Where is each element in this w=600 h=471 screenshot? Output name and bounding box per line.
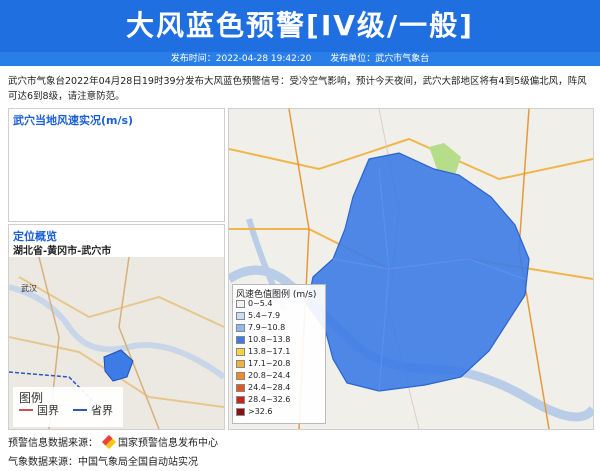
legend-label: 13.8~17.1 — [248, 347, 291, 356]
publish-time: 发布时间：2022-04-28 19:42:20 — [170, 54, 312, 64]
legend-swatch — [236, 396, 245, 404]
province-border-swatch — [73, 409, 87, 411]
legend-label: 0~5.4 — [248, 299, 273, 308]
legend-swatch — [236, 408, 245, 416]
location-path: 湖北省-黄冈市-武穴市 — [13, 246, 112, 257]
warning-source-name[interactable]: 国家预警信息发布中心 — [118, 438, 218, 449]
warning-source-label: 预警信息数据来源： — [8, 438, 98, 449]
location-panel: 定位概览 湖北省-黄冈市-武穴市 武汉 图例 国界 省界 — [8, 224, 225, 430]
warning-center-logo-icon — [101, 434, 117, 450]
weather-source-line: 气象数据来源：中国气象局全国自动站实况 — [8, 457, 198, 468]
legend-label: 28.4~32.6 — [248, 395, 291, 404]
legend-swatch — [236, 336, 245, 344]
legend-label: 20.8~24.4 — [248, 371, 291, 380]
legend-label: >32.6 — [248, 407, 273, 416]
national-border-swatch — [19, 409, 33, 411]
page-title: 大风蓝色预警[IV级/一般] — [126, 9, 474, 42]
warning-description: 武穴市气象台2022年04月28日19时39分发布大风蓝色预警信号：受冷空气影响… — [8, 76, 587, 102]
legend-swatch — [236, 360, 245, 368]
publish-info-bar: 发布时间：2022-04-28 19:42:20 发布单位：武穴市气象台 — [0, 52, 600, 66]
publish-unit: 发布单位：武穴市气象台 — [330, 54, 430, 64]
province-border-label: 省界 — [91, 404, 113, 417]
legend-swatch — [236, 348, 245, 356]
legend-label: 7.9~10.8 — [248, 323, 286, 332]
wind-legend: 风速色值图例 (m/s) 0~5.4 5.4~7.9 7.9~10.8 10.8… — [232, 284, 326, 424]
legend-label: 17.1~20.8 — [248, 359, 291, 368]
legend-swatch — [236, 312, 245, 320]
wind-speed-title: 武穴当地风速实况(m/s) — [13, 114, 134, 127]
header-bar: 大风蓝色预警[IV级/一般] — [0, 0, 600, 52]
legend-label: 10.8~13.8 — [248, 335, 291, 344]
wuhan-label: 武汉 — [21, 283, 37, 293]
map-legend: 图例 国界 省界 — [13, 387, 123, 427]
national-border-label: 国界 — [37, 404, 59, 417]
legend-label: 24.4~28.4 — [248, 383, 291, 392]
warning-source-line: 预警信息数据来源： 国家预警信息发布中心 — [8, 434, 218, 450]
legend-swatch — [236, 324, 245, 332]
legend-swatch — [236, 384, 245, 392]
legend-swatch — [236, 372, 245, 380]
legend-label: 5.4~7.9 — [248, 311, 281, 320]
legend-swatch — [236, 300, 245, 308]
wind-speed-panel: 武穴当地风速实况(m/s) — [8, 108, 225, 222]
